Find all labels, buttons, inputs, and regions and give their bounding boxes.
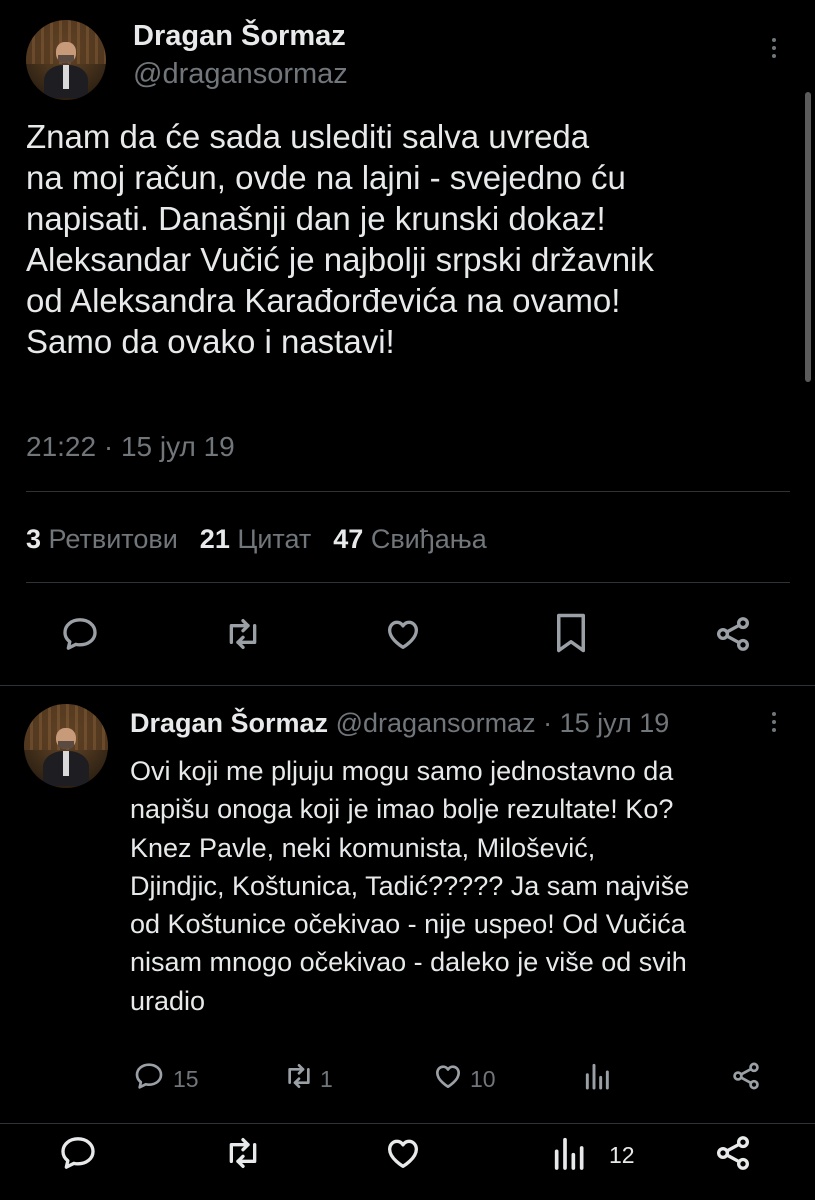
reply-text-line: napišu onoga koji je imao bolje rezultat… (130, 794, 674, 825)
reply-text: Ovi koji me pljuju mogu samo jednostavno… (130, 752, 689, 1020)
bookmark-icon[interactable] (553, 612, 589, 654)
retweet-count: 1 (320, 1066, 333, 1092)
tweet-text-line: napisati. Današnji dan je krunski dokaz! (26, 200, 606, 237)
retweets-stat[interactable]: 3 Ретвитови (26, 524, 178, 554)
divider (26, 582, 790, 583)
share-icon[interactable] (730, 1060, 762, 1092)
tweet-text-line: na moj račun, ovde na lajni - svejedno ć… (26, 159, 626, 196)
reply-text-line: uradio (130, 985, 206, 1016)
author-name[interactable]: Dragan Šormaz (133, 20, 346, 53)
reply-text-line: Ovi koji me pljuju mogu samo jednostavno… (130, 756, 674, 786)
more-options-icon[interactable] (772, 38, 776, 62)
reply-count: 15 (173, 1066, 199, 1092)
reply-date[interactable]: · 15 јул 19 (543, 708, 669, 738)
reply-text-line: Djindjic, Koštunica, Tadić????? Ja sam n… (130, 870, 690, 901)
retweet-icon[interactable] (222, 1133, 264, 1173)
views-icon[interactable] (582, 1060, 614, 1092)
quotes-stat[interactable]: 21 Цитат (200, 524, 311, 554)
author-handle[interactable]: @dragansormaz (133, 58, 348, 91)
scrollbar[interactable] (805, 92, 811, 382)
reply-header: Dragan Šormaz @dragansormaz · 15 јул 19 (130, 708, 669, 739)
like-icon[interactable] (432, 1060, 464, 1092)
views-icon[interactable] (550, 1133, 590, 1173)
reply-icon[interactable] (60, 614, 100, 654)
reply-icon[interactable] (133, 1060, 165, 1092)
retweet-icon[interactable] (222, 614, 264, 654)
divider (0, 685, 815, 686)
tweet-text: Znam da će sada uslediti salva uvreda na… (26, 116, 796, 362)
divider (26, 491, 790, 492)
share-icon[interactable] (713, 1133, 753, 1173)
like-icon[interactable] (383, 614, 423, 654)
tweet-timestamp[interactable]: 21:22 · 15 јул 19 (26, 431, 235, 463)
share-icon[interactable] (713, 614, 753, 654)
avatar[interactable] (26, 20, 106, 100)
more-options-icon[interactable] (772, 712, 776, 736)
reply-text-line: od Koštunice očekivao - nije uspeo! Od V… (130, 909, 686, 940)
tweet-text-line: Znam da će sada uslediti salva uvreda (26, 118, 590, 155)
views-count: 12 (609, 1142, 635, 1168)
likes-stat[interactable]: 47 Свиђања (333, 524, 486, 554)
tweet-stats: 3 Ретвитови 21 Цитат 47 Свиђања (26, 524, 487, 555)
tweet-text-line: Samo da ovako i nastavi! (26, 323, 395, 360)
like-count: 10 (470, 1066, 496, 1092)
reply-icon[interactable] (58, 1133, 98, 1173)
like-icon[interactable] (383, 1133, 423, 1173)
tweet-text-line: od Aleksandra Karađorđevića na ovamo! (26, 282, 621, 319)
reply-text-line: nisam mnogo očekivao - daleko je više od… (130, 947, 687, 978)
reply-author-handle[interactable]: @dragansormaz (336, 708, 536, 738)
reply-text-line: Knez Pavle, neki komunista, Milošević, (130, 832, 596, 863)
reply-avatar[interactable] (24, 704, 108, 788)
tweet-text-line: Aleksandar Vučić je najbolji srpski drža… (26, 241, 654, 278)
divider (0, 1123, 815, 1124)
reply-author-name[interactable]: Dragan Šormaz (130, 708, 328, 738)
retweet-icon[interactable] (282, 1060, 316, 1092)
